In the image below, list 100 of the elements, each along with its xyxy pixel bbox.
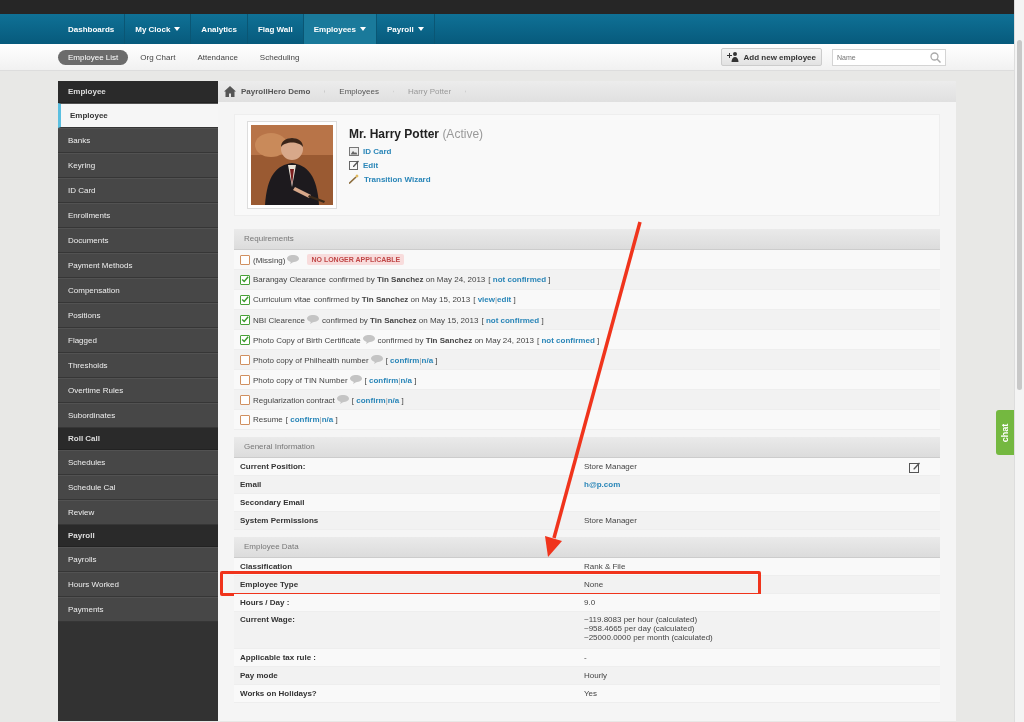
sidebar-heading: Employee bbox=[58, 81, 218, 103]
requirement-text: NBI Clearence confirmed by Tin Sanchez on May 15, 2013 [ not confirmed ] bbox=[253, 314, 544, 325]
sidebar-item[interactable]: Documents bbox=[58, 228, 218, 253]
requirement-link[interactable]: not confirmed bbox=[485, 315, 540, 325]
field-label: Pay mode bbox=[240, 671, 279, 680]
edit-icon[interactable] bbox=[909, 462, 920, 473]
requirement-text: Photo copy of TIN Number [ confirm|n/a ] bbox=[253, 374, 417, 385]
sidebar-item[interactable]: Payment Methods bbox=[58, 253, 218, 278]
requirement-link[interactable]: n/a bbox=[421, 355, 434, 365]
checkbox[interactable] bbox=[240, 314, 250, 325]
requirement-link[interactable]: view bbox=[477, 295, 495, 304]
profile-action-link[interactable]: Transition Wizard bbox=[349, 174, 484, 184]
edit-icon bbox=[349, 160, 359, 170]
field-value: Store Manager bbox=[584, 462, 637, 471]
email-link[interactable]: h@p.com bbox=[584, 480, 621, 489]
sidebar-item[interactable]: Payments bbox=[58, 597, 218, 622]
sidebar-heading: Roll Call bbox=[58, 428, 218, 450]
image-icon bbox=[349, 147, 359, 156]
subnav-tab[interactable]: Org Chart bbox=[130, 49, 186, 65]
field-label: Current Wage: bbox=[240, 615, 296, 624]
requirement-link[interactable]: n/a bbox=[400, 375, 412, 385]
checkbox[interactable] bbox=[240, 394, 250, 405]
sidebar-item[interactable]: Review bbox=[58, 500, 218, 525]
field-value: None bbox=[584, 580, 604, 589]
sidebar-item[interactable]: Overtime Rules bbox=[58, 378, 218, 403]
field-value: Rank & File bbox=[584, 562, 626, 571]
subnav-tab[interactable]: Scheduling bbox=[249, 49, 310, 65]
checkbox[interactable] bbox=[240, 294, 250, 305]
comment-icon[interactable] bbox=[362, 334, 375, 344]
comment-icon[interactable] bbox=[287, 254, 300, 264]
sidebar-item[interactable]: Positions bbox=[58, 303, 218, 328]
section-header: General Information bbox=[234, 437, 940, 458]
field-label: Email bbox=[240, 480, 263, 489]
sidebar-item[interactable]: Compensation bbox=[58, 278, 218, 303]
checkbox[interactable] bbox=[240, 374, 250, 385]
requirement-link[interactable]: confirm bbox=[290, 415, 320, 424]
section-header: Employee Data bbox=[234, 537, 940, 558]
caret-icon bbox=[417, 27, 424, 31]
sidebar-item[interactable]: Hours Worked bbox=[58, 572, 218, 597]
employee-name: Mr. Harry Potter bbox=[349, 127, 440, 141]
nav-tab[interactable]: Employees bbox=[303, 14, 377, 44]
field-label: Employee Type bbox=[240, 580, 300, 589]
field-value: Store Manager bbox=[584, 516, 637, 525]
requirement-link[interactable]: not confirmed bbox=[541, 335, 595, 345]
requirement-link[interactable]: confirm bbox=[356, 395, 386, 405]
checkbox[interactable] bbox=[240, 354, 250, 365]
comment-icon[interactable] bbox=[307, 314, 320, 324]
requirement-text: Resume [ confirm|n/a ] bbox=[253, 415, 338, 424]
comment-icon[interactable] bbox=[349, 374, 362, 384]
caret-icon bbox=[360, 27, 366, 31]
home-icon[interactable] bbox=[224, 86, 236, 97]
profile-action-link[interactable]: ID Card bbox=[349, 147, 484, 156]
sidebar-item[interactable]: Banks bbox=[58, 128, 218, 153]
sidebar-item[interactable]: Keyring bbox=[58, 153, 218, 178]
field-value: ~25000.0000 per month (calculated) bbox=[584, 633, 713, 642]
requirement-text: Photo Copy of Birth Certificate confirmed by Tin Sanchez on May 24, 2013 [ not confirmed ] bbox=[253, 334, 600, 345]
field-value: ~958.4665 per day (calculated) bbox=[584, 624, 696, 633]
field-label: Current Position: bbox=[240, 462, 307, 471]
sidebar-item[interactable]: Employee bbox=[58, 103, 218, 128]
checkbox[interactable] bbox=[240, 414, 250, 425]
field-label: Secondary Email bbox=[240, 498, 306, 507]
sidebar-item[interactable]: ID Card bbox=[58, 178, 218, 203]
subnav-tab[interactable]: Attendance bbox=[187, 49, 248, 65]
sidebar-heading: Payroll bbox=[58, 525, 218, 547]
profile-action-link[interactable]: Edit bbox=[349, 160, 484, 170]
checkbox[interactable] bbox=[240, 334, 250, 345]
field-label: Hours / Day : bbox=[240, 598, 291, 607]
wand-icon bbox=[349, 174, 360, 184]
sidebar-item[interactable]: Enrollments bbox=[58, 203, 218, 228]
sidebar-item[interactable]: Subordinates bbox=[58, 403, 218, 428]
section-header: Requirements bbox=[234, 229, 940, 250]
field-value: - bbox=[584, 653, 587, 662]
requirement-text: Barangay Clearance confirmed by Tin Sanchez on May 24, 2013 [ not confirmed ] bbox=[253, 275, 551, 284]
subnav-tab[interactable]: Employee List bbox=[58, 49, 129, 65]
requirement-link[interactable]: confirm bbox=[390, 355, 420, 365]
employee-status: (Active) bbox=[442, 127, 484, 141]
requirement-link[interactable]: not confirmed bbox=[492, 275, 547, 284]
caret-icon bbox=[174, 27, 181, 31]
requirement-text: Photo copy of Philhealth number [ confirm|n/a ] bbox=[253, 354, 438, 365]
comment-icon[interactable] bbox=[370, 354, 383, 364]
requirement-text: Curriculum vitae confirmed by Tin Sanchez on May 15, 2013 [ view|edit ] bbox=[253, 295, 516, 304]
field-label: Works on Holidays? bbox=[240, 689, 318, 698]
checkbox[interactable] bbox=[240, 274, 250, 285]
sidebar-item[interactable]: Schedule Cal bbox=[58, 475, 218, 500]
requirement-text: (Missing) bbox=[253, 254, 300, 265]
field-value: Yes bbox=[584, 689, 598, 698]
sidebar-item[interactable]: Schedules bbox=[58, 450, 218, 475]
comment-icon[interactable] bbox=[336, 394, 349, 404]
add-person-icon bbox=[726, 52, 740, 62]
sidebar-item[interactable]: Flagged bbox=[58, 328, 218, 353]
checkbox[interactable] bbox=[240, 254, 250, 265]
field-label: Applicable tax rule : bbox=[240, 653, 318, 662]
field-value: ~119.8083 per hour (calculated) bbox=[584, 615, 699, 624]
requirement-link[interactable]: edit bbox=[497, 295, 512, 304]
add-employee-button[interactable]: Add new employee bbox=[720, 48, 822, 66]
sidebar-item[interactable]: Thresholds bbox=[58, 353, 218, 378]
sidebar-item[interactable]: Payrolls bbox=[58, 547, 218, 572]
field-value: 9.0 bbox=[584, 598, 596, 607]
requirement-text: Regularization contract [ confirm|n/a ] bbox=[253, 394, 404, 405]
field-label: System Permissions bbox=[240, 516, 320, 525]
